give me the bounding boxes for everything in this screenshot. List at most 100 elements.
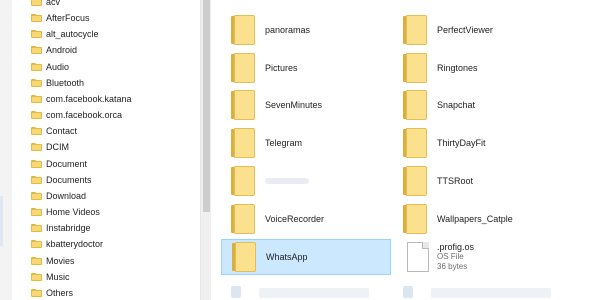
tree-item-label: Home Videos [46,207,100,217]
folder-icon [31,142,42,152]
folder-icon [401,53,427,83]
tree-edge-highlight [0,196,3,246]
folder-icon [229,166,255,196]
partial-item-label [431,288,551,298]
folder-icon [31,159,42,169]
folder-name: Wallpapers_Catple [437,214,513,224]
folder-icon [31,256,42,266]
tree-item-label: alt_autocycle [46,29,99,39]
folder-name: SevenMinutes [265,100,323,110]
folder-icon [31,29,42,39]
scrollbar-thumb[interactable] [203,0,210,212]
folder-icon [31,78,42,88]
file-type: OS File [437,252,464,261]
tree-item-label: DCIM [46,142,69,152]
tree-item[interactable]: kbatterydoctor [31,236,103,252]
tree-item-label: com.facebook.orca [46,110,123,120]
tree-item[interactable]: Bluetooth [31,75,84,91]
tree-scrollbar[interactable] [200,0,211,300]
tree-item[interactable]: acv [31,0,60,10]
folder-icon [31,13,42,23]
folder-name: panoramas [265,25,311,35]
tree-item-label: Movies [46,256,75,266]
folder-icon [31,239,42,249]
folder-tile[interactable]: Ringtones [393,50,563,86]
folder-icon [31,110,42,120]
tree-item[interactable]: Documents [31,172,92,188]
folder-icon [31,0,42,7]
folder-tile[interactable]: TTSRoot [393,163,563,199]
tree-item-label: Contact [46,126,78,136]
tree-item[interactable]: Music [31,269,70,285]
folder-icon [229,128,255,158]
tree-item-label: Android [46,45,78,55]
tree-item-label: Bluetooth [46,78,85,88]
tree-item-label: Document [46,159,88,169]
tree-item[interactable]: DCIM [31,139,69,155]
folder-icon [229,204,255,234]
folder-icon [401,204,427,234]
tree-item-label: Instabridge [46,223,91,233]
tree-item[interactable]: AfterFocus [31,10,90,26]
folder-name: PerfectViewer [437,25,493,35]
folder-icon [31,288,42,298]
file-meta: .profig.os OS File 36 bytes [437,242,474,272]
tree-item[interactable]: com.facebook.orca [31,107,122,123]
tree-item[interactable]: Audio [31,59,69,75]
folder-icon [229,15,255,45]
folder-icon [31,62,42,72]
file-name: .profig.os [437,242,475,252]
partial-item-icon [403,286,413,298]
folder-tile[interactable]: Wallpapers_Catple [393,201,563,237]
folder-tile-selected[interactable]: WhatsApp [221,239,391,275]
folder-icon [401,90,427,120]
folder-icon [31,126,42,136]
tree-item-label: kbatterydoctor [46,239,104,249]
folder-icon [401,166,427,196]
folder-icon [31,191,42,201]
folder-tile[interactable]: panoramas [221,12,391,48]
tree-item-label: acv [46,0,61,7]
folder-icon [31,207,42,217]
tree-item[interactable]: com.facebook.katana [31,91,132,107]
folder-icon [31,45,42,55]
tree-item-label: Documents [46,175,92,185]
navigation-tree: acv AfterFocus alt_autocycle Android Aud… [0,0,200,300]
content-pane: panoramas Pictures SevenMinutes Telegram… [211,0,615,300]
folder-tile[interactable]: Telegram [221,125,391,161]
folder-tile[interactable]: SevenMinutes [221,87,391,123]
tree-item[interactable]: Instabridge [31,220,91,236]
folder-name: ThirtyDayFit [437,138,486,148]
tree-item[interactable]: Others [31,285,73,300]
tree-item[interactable]: Contact [31,123,77,139]
folder-name: Pictures [265,63,298,73]
folder-tile[interactable]: ThirtyDayFit [393,125,563,161]
folder-icon [401,15,427,45]
folder-tile[interactable] [221,163,391,199]
tree-item-label: AfterFocus [46,13,90,23]
tree-item[interactable]: Android [31,42,77,58]
partial-item-label [259,288,369,298]
folder-tile[interactable]: Pictures [221,50,391,86]
folder-icon [31,94,42,104]
partial-item-icon [231,286,241,298]
tree-item[interactable]: Movies [31,253,75,269]
tree-item-label: com.facebook.katana [46,94,132,104]
folder-tile[interactable]: Snapchat [393,87,563,123]
tree-item[interactable]: alt_autocycle [31,26,99,42]
file-size: 36 bytes [437,262,468,271]
folder-icon [31,223,42,233]
tree-item[interactable]: Document [31,156,87,172]
tree-item-label: Download [46,191,87,201]
folder-icon [31,272,42,282]
folder-icon [229,53,255,83]
folder-name: WhatsApp [266,252,308,262]
folder-icon [229,90,255,120]
file-tile[interactable]: .profig.os OS File 36 bytes [393,239,563,275]
tree-item[interactable]: Download [31,188,86,204]
folder-tile[interactable]: PerfectViewer [393,12,563,48]
tree-item[interactable]: Home Videos [31,204,100,220]
tree-edge [0,0,12,300]
tree-item-label: Others [46,288,74,298]
folder-tile[interactable]: VoiceRecorder [221,201,391,237]
